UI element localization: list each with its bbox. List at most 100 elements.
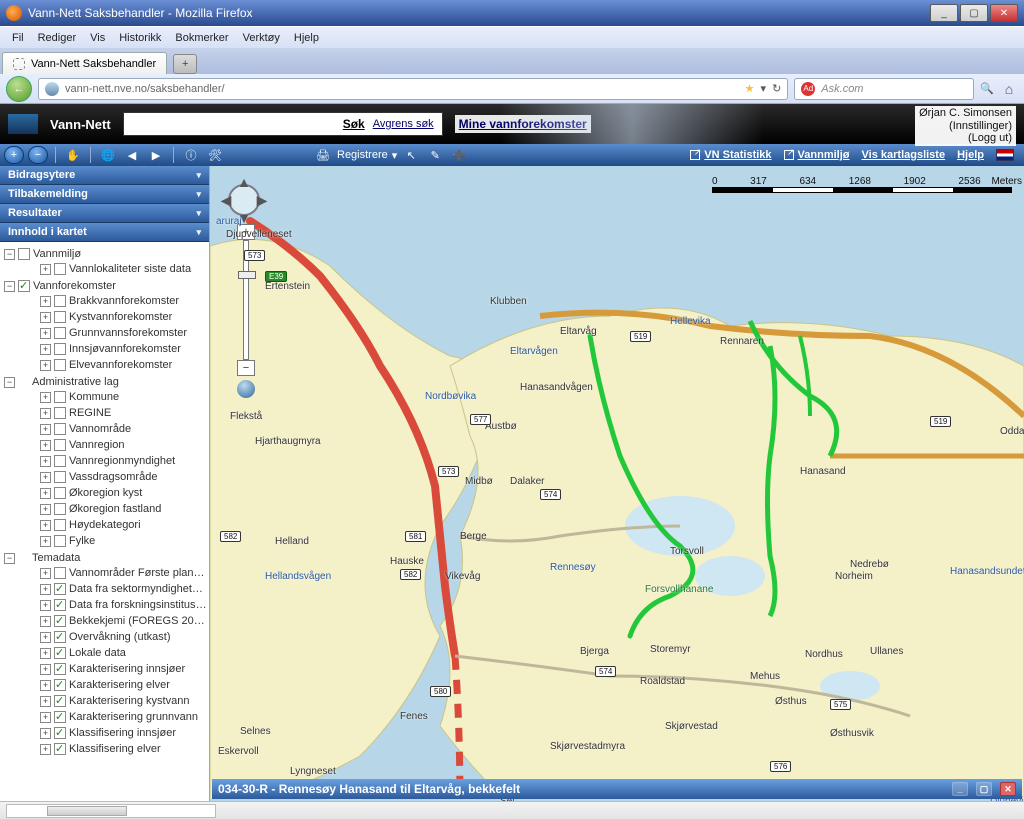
vn-statistikk-link[interactable]: VN Statistikk	[690, 149, 771, 161]
map-zoom-slider[interactable]: + −	[236, 224, 256, 398]
layer-vassdrag-checkbox[interactable]	[54, 471, 66, 483]
url-input[interactable]: vann-nett.nve.no/saksbehandler/ ★ ▾ ↻	[38, 78, 788, 100]
menu-rediger[interactable]: Rediger	[32, 30, 83, 46]
section-resultater[interactable]: Resultater▾	[0, 204, 209, 223]
layer-vannregionmynd-checkbox[interactable]	[54, 455, 66, 467]
layer-innsjo-checkbox[interactable]	[54, 343, 66, 355]
tree-collapse-icon[interactable]: −	[4, 281, 15, 292]
search-avgrens-link[interactable]: Avgrens søk	[373, 118, 434, 130]
tree-expand-icon[interactable]: +	[40, 520, 51, 531]
layer-t4-checkbox[interactable]	[54, 615, 66, 627]
layer-t2-label[interactable]: Data fra sektormyndighetene	[69, 583, 207, 595]
home-button[interactable]: ⌂	[1000, 80, 1018, 98]
layer-t2-checkbox[interactable]	[54, 583, 66, 595]
tree-expand-icon[interactable]: +	[40, 328, 51, 339]
vis-kartlagsliste-link[interactable]: Vis kartlagsliste	[862, 149, 946, 161]
menu-historikk[interactable]: Historikk	[113, 30, 167, 46]
tree-collapse-icon[interactable]: −	[4, 249, 15, 260]
tree-collapse-icon[interactable]: −	[4, 377, 15, 388]
layer-t3-checkbox[interactable]	[54, 599, 66, 611]
tree-expand-icon[interactable]: +	[40, 584, 51, 595]
tree-expand-icon[interactable]: +	[40, 312, 51, 323]
tree-expand-icon[interactable]: +	[40, 472, 51, 483]
menu-fil[interactable]: Fil	[6, 30, 30, 46]
horizontal-scrollbar[interactable]	[6, 804, 216, 818]
zoom-thumb[interactable]	[238, 271, 256, 279]
layer-admin-label[interactable]: Administrative lag	[32, 376, 207, 388]
layer-grunnvann-checkbox[interactable]	[54, 327, 66, 339]
language-flag-icon[interactable]	[996, 149, 1014, 161]
layer-vannregion-label[interactable]: Vannregion	[69, 439, 207, 451]
menu-hjelp[interactable]: Hjelp	[288, 30, 325, 46]
layer-kystvann-label[interactable]: Kystvannforekomster	[69, 311, 207, 323]
layer-t5-label[interactable]: Overvåkning (utkast)	[69, 631, 207, 643]
section-innhold-i-kartet[interactable]: Innhold i kartet▾	[0, 223, 209, 242]
layer-t10-label[interactable]: Karakterisering grunnvann	[69, 711, 207, 723]
layer-t12-checkbox[interactable]	[54, 743, 66, 755]
layer-okoregion-fastland-label[interactable]: Økoregion fastland	[69, 503, 207, 515]
bookmark-star-icon[interactable]: ★	[745, 82, 755, 95]
tool-pan-button[interactable]: ✋	[63, 146, 83, 164]
tree-expand-icon[interactable]: +	[40, 264, 51, 275]
menu-bokmerker[interactable]: Bokmerker	[169, 30, 234, 46]
layer-hoydekat-checkbox[interactable]	[54, 519, 66, 531]
tree-expand-icon[interactable]: +	[40, 616, 51, 627]
tree-expand-icon[interactable]: +	[40, 488, 51, 499]
layer-vassdrag-label[interactable]: Vassdragsområde	[69, 471, 207, 483]
layer-regine-checkbox[interactable]	[54, 407, 66, 419]
reload-button[interactable]: ↻	[772, 82, 781, 95]
layer-t10-checkbox[interactable]	[54, 711, 66, 723]
pan-up-button[interactable]: ▲	[238, 176, 250, 188]
layer-vannlok-checkbox[interactable]	[54, 263, 66, 275]
layer-t1-label[interactable]: Vannområder Første planfase	[69, 567, 207, 579]
tree-expand-icon[interactable]: +	[40, 568, 51, 579]
tree-expand-icon[interactable]: +	[40, 504, 51, 515]
layer-t1-checkbox[interactable]	[54, 567, 66, 579]
pan-left-button[interactable]: ◀	[220, 194, 232, 206]
tree-expand-icon[interactable]: +	[40, 456, 51, 467]
app-search-box[interactable]: Søk Avgrens søk	[123, 112, 443, 136]
layer-brakkvann-checkbox[interactable]	[54, 295, 66, 307]
layer-vannomrade-checkbox[interactable]	[54, 423, 66, 435]
layer-t3-label[interactable]: Data fra forskningsinstitusjoner	[69, 599, 207, 611]
layer-innsjo-label[interactable]: Innsjøvannforekomster	[69, 343, 207, 355]
search-engine-input[interactable]: Ad Ask.com	[794, 78, 974, 100]
scrollbar-thumb[interactable]	[47, 806, 127, 816]
layer-hoydekat-label[interactable]: Høydekategori	[69, 519, 207, 531]
tree-expand-icon[interactable]: +	[40, 728, 51, 739]
tree-expand-icon[interactable]: +	[40, 648, 51, 659]
layer-t8-label[interactable]: Karakterisering elver	[69, 679, 207, 691]
layer-t6-checkbox[interactable]	[54, 647, 66, 659]
tool-zoom-out-button[interactable]: −	[28, 146, 48, 164]
tool-info-button[interactable]: ⓘ	[181, 146, 201, 164]
layer-vannregionmynd-label[interactable]: Vannregionmyndighet	[69, 455, 207, 467]
tree-expand-icon[interactable]: +	[40, 600, 51, 611]
layer-t7-label[interactable]: Karakterisering innsjøer	[69, 663, 207, 675]
tool-nav-left-button[interactable]: ◀	[122, 146, 142, 164]
tree-expand-icon[interactable]: +	[40, 536, 51, 547]
layer-okoregion-fastland-checkbox[interactable]	[54, 503, 66, 515]
browser-tab-active[interactable]: Vann-Nett Saksbehandler	[2, 52, 167, 74]
tree-collapse-icon[interactable]: −	[4, 553, 15, 564]
tool-globe-button[interactable]: 🌐	[98, 146, 118, 164]
layer-regine-label[interactable]: REGINE	[69, 407, 207, 419]
layer-vannmiljo-checkbox[interactable]	[18, 248, 30, 260]
search-submit-icon[interactable]: 🔍	[980, 82, 994, 95]
section-tilbakemelding[interactable]: Tilbakemelding▾	[0, 185, 209, 204]
pan-right-button[interactable]: ▶	[256, 194, 268, 206]
layer-vannregion-checkbox[interactable]	[54, 439, 66, 451]
tool-add-layer-button[interactable]: ➕	[449, 146, 469, 164]
tool-zoom-in-button[interactable]: +	[4, 146, 24, 164]
layer-elve-label[interactable]: Elvevannforekomster	[69, 359, 207, 371]
layer-brakkvann-label[interactable]: Brakkvannforekomster	[69, 295, 207, 307]
new-tab-button[interactable]: +	[173, 54, 197, 74]
hjelp-link[interactable]: Hjelp	[957, 149, 984, 161]
nav-back-button[interactable]: ←	[6, 76, 32, 102]
layer-fylke-label[interactable]: Fylke	[69, 535, 207, 547]
tool-nav-right-button[interactable]: ▶	[146, 146, 166, 164]
layer-t9-label[interactable]: Karakterisering kystvann	[69, 695, 207, 707]
tool-cursor-button[interactable]: ↖	[401, 146, 421, 164]
url-dropdown-icon[interactable]: ▾	[761, 82, 767, 95]
menu-vis[interactable]: Vis	[84, 30, 111, 46]
tree-expand-icon[interactable]: +	[40, 440, 51, 451]
